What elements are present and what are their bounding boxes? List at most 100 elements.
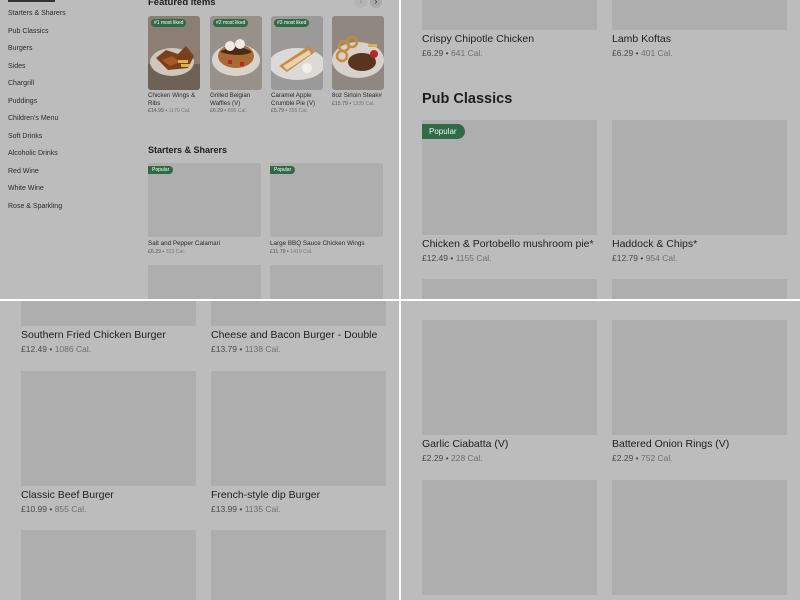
chevron-left-icon: ‹ [359, 0, 363, 6]
popular-badge: Popular [148, 166, 174, 174]
food-photo [332, 16, 384, 90]
sidebar-item-white-wine[interactable]: White Wine [8, 185, 138, 203]
menu-item-card-partial[interactable] [270, 265, 383, 300]
menu-item-card-partial[interactable] [148, 265, 261, 300]
menu-item-card[interactable]: Haddock & Chips* £12.79 • 954 Cal. [612, 120, 787, 263]
item-price: £13.99 • 1135 Cal. [211, 504, 281, 514]
item-price: £10.99 • 855 Cal. [21, 504, 87, 514]
menu-item-card-partial[interactable] [211, 530, 386, 600]
chevron-right-icon: › [374, 0, 378, 6]
item-price: £12.49 • 1086 Cal. [21, 344, 92, 354]
item-price: £2.29 • 752 Cal. [612, 453, 673, 463]
menu-item-card[interactable]: Popular Salt and Pepper Calamari £6.29 •… [148, 163, 261, 255]
item-name: Garlic Ciabatta (V) [422, 438, 509, 450]
sidebar-item-starters-sharers[interactable]: Starters & Sharers [8, 10, 138, 28]
food-photo-placeholder [422, 320, 597, 435]
featured-item[interactable]: #3 most liked Caramel Apple Crumble Pie … [271, 16, 323, 114]
carousel-next-button[interactable]: › [370, 0, 382, 8]
food-photo: #1 most liked [148, 16, 200, 90]
carousel-prev-button[interactable]: ‹ [355, 0, 367, 8]
sidebar-item-puddings[interactable]: Puddings [8, 98, 138, 116]
food-photo-placeholder [612, 0, 787, 30]
menu-item-card-partial[interactable] [612, 480, 787, 595]
menu-item-card[interactable]: Crispy Chipotle Chicken £6.29 • 641 Cal. [422, 33, 597, 58]
popular-badge: Popular [270, 166, 296, 174]
item-price: £6.29 • 323 Cal. [148, 249, 186, 255]
item-price: £13.79 • 1138 Cal. [211, 344, 281, 354]
popular-badge: Popular [422, 124, 465, 139]
food-photo-placeholder: Popular [148, 163, 261, 237]
pub-classics-title: Pub Classics [422, 91, 513, 107]
menu-item-card[interactable]: Cheese and Bacon Burger - Double £13.79 … [211, 329, 386, 354]
sidebar-item-red-wine[interactable]: Red Wine [8, 168, 138, 186]
most-liked-badge: #1 most liked [151, 19, 187, 27]
most-liked-badge: #2 most liked [213, 19, 249, 27]
sidebar-item-pub-classics[interactable]: Pub Classics [8, 28, 138, 46]
menu-item-card-partial[interactable] [422, 279, 597, 299]
item-name: 8oz Sirloin Steak# [332, 92, 382, 99]
item-name: French-style dip Burger [211, 489, 321, 501]
starters-sharers-title: Starters & Sharers [148, 145, 228, 155]
category-sidebar: Starters & Sharers Pub Classics Burgers … [8, 10, 138, 220]
sidebar-item-sides[interactable]: Sides [8, 63, 138, 81]
featured-item[interactable]: #2 most liked Grilled Belgian Waffles (V… [210, 16, 262, 114]
food-photo-placeholder [612, 320, 787, 435]
food-photo-placeholder [21, 300, 196, 326]
menu-zoom-bottom-left: Southern Fried Chicken Burger £12.49 • 1… [0, 300, 400, 600]
item-name: Battered Onion Rings (V) [612, 438, 730, 450]
horizontal-divider [0, 299, 800, 301]
menu-item-card-partial[interactable] [612, 279, 787, 299]
item-name: Chicken Wings & Ribs [148, 92, 196, 107]
sidebar-item-burgers[interactable]: Burgers [8, 45, 138, 63]
sidebar-item-soft-drinks[interactable]: Soft Drinks [8, 133, 138, 151]
sidebar-item-childrens-menu[interactable]: Children's Menu [8, 115, 138, 133]
item-name: Large BBQ Sauce Chicken Wings [270, 240, 365, 247]
item-price: £6.29 • 641 Cal. [422, 48, 483, 58]
menu-overview-panel: Starters & Sharers Pub Classics Burgers … [0, 0, 400, 300]
menu-item-card[interactable]: Lamb Koftas £6.29 • 401 Cal. [612, 33, 787, 58]
food-photo: #3 most liked [271, 16, 323, 90]
item-name: Haddock & Chips* [612, 238, 698, 250]
item-price: £5.79 • 395 Cal. [271, 108, 309, 114]
item-name: Caramel Apple Crumble Pie (V) [271, 92, 316, 107]
menu-zoom-top-right: Crispy Chipotle Chicken £6.29 • 641 Cal.… [400, 0, 800, 300]
menu-item-card[interactable]: French-style dip Burger £13.99 • 1135 Ca… [211, 371, 386, 514]
food-photo-placeholder [422, 0, 597, 30]
item-name: Cheese and Bacon Burger - Double [211, 329, 378, 341]
item-name: Crispy Chipotle Chicken [422, 33, 535, 45]
menu-item-card[interactable]: Popular Large BBQ Sauce Chicken Wings £1… [270, 163, 383, 255]
sidebar-item-rose-sparkling[interactable]: Rose & Sparkling [8, 203, 138, 221]
menu-zoom-bottom-right: Garlic Ciabatta (V) £2.29 • 228 Cal. Bat… [400, 300, 800, 600]
food-photo-placeholder [21, 371, 196, 486]
item-name: Lamb Koftas [612, 33, 671, 45]
item-price: £2.29 • 228 Cal. [422, 453, 483, 463]
food-photo-placeholder [612, 120, 787, 235]
food-photo-placeholder [211, 300, 386, 326]
item-price: £12.49 • 1155 Cal. [422, 253, 492, 263]
item-name: Salt and Pepper Calamari [148, 240, 221, 247]
menu-item-card-partial[interactable] [21, 530, 196, 600]
menu-item-card[interactable]: Southern Fried Chicken Burger £12.49 • 1… [21, 329, 196, 354]
food-photo-placeholder: Popular [270, 163, 383, 237]
featured-item[interactable]: #1 most liked Chicken Wings & Ribs £14.9… [148, 16, 200, 114]
item-price: £12.79 • 954 Cal. [612, 253, 678, 263]
sidebar-item-chargrill[interactable]: Chargrill [8, 80, 138, 98]
sidebar-item-alcoholic-drinks[interactable]: Alcoholic Drinks [8, 150, 138, 168]
item-name: Chicken & Portobello mushroom pie* [422, 238, 594, 250]
menu-item-card[interactable]: Battered Onion Rings (V) £2.29 • 752 Cal… [612, 320, 787, 463]
item-price: £11.79 • 1419 Cal. [270, 249, 313, 255]
most-liked-badge: #3 most liked [274, 19, 310, 27]
menu-item-card[interactable]: Garlic Ciabatta (V) £2.29 • 228 Cal. [422, 320, 597, 463]
food-photo-placeholder [211, 371, 386, 486]
food-photo-placeholder: Popular [422, 120, 597, 235]
item-price: £6.29 • 895 Cal. [210, 108, 248, 114]
item-price: £6.29 • 401 Cal. [612, 48, 673, 58]
food-photo: #2 most liked [210, 16, 262, 90]
menu-item-card-partial[interactable] [422, 480, 597, 595]
menu-item-card[interactable]: Classic Beef Burger £10.99 • 855 Cal. [21, 371, 196, 514]
item-price: £14.99 • 1170 Cal. [148, 108, 191, 114]
menu-item-card[interactable]: Popular Chicken & Portobello mushroom pi… [422, 120, 597, 263]
featured-item[interactable]: 8oz Sirloin Steak# £15.79 • 1339 Cal. [332, 16, 384, 107]
active-tab-indicator [8, 0, 55, 2]
item-name: Southern Fried Chicken Burger [21, 329, 166, 341]
